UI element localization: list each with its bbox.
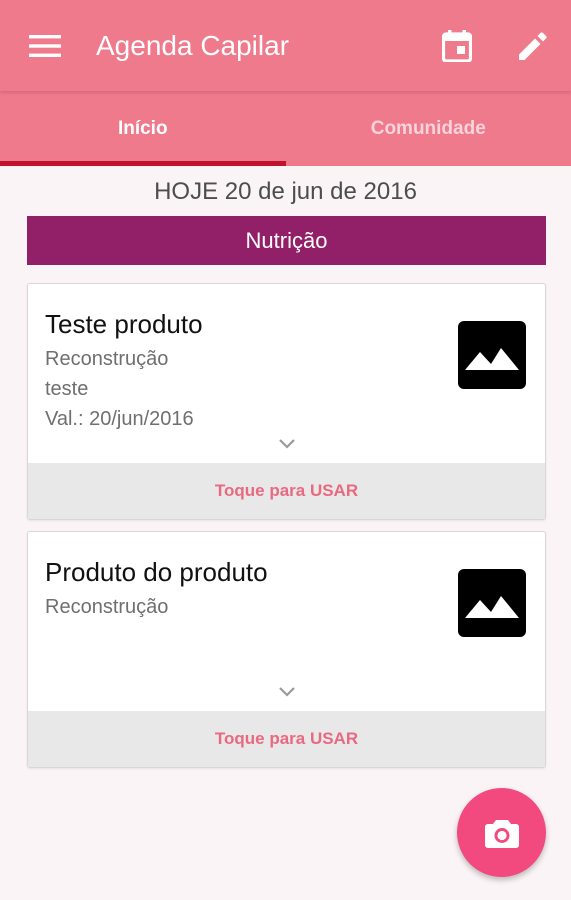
camera-fab-button[interactable] [457, 788, 546, 877]
product-name: Teste produto [45, 309, 203, 339]
use-product-button[interactable]: Toque para USAR [28, 463, 545, 519]
product-image[interactable] [458, 569, 526, 637]
section-header: Nutrição [27, 216, 546, 265]
image-placeholder-icon [465, 596, 519, 618]
product-name: Produto do produto [45, 557, 268, 587]
product-card[interactable]: Produto do produto Reconstrução Toque pa… [27, 531, 546, 768]
product-card[interactable]: Teste produto Reconstrução teste Val.: 2… [27, 283, 546, 520]
camera-icon [484, 819, 519, 848]
edit-button[interactable] [508, 24, 558, 68]
chevron-down-icon[interactable] [277, 685, 297, 699]
app-title: Agenda Capilar [96, 30, 290, 61]
calendar-button[interactable] [432, 24, 482, 68]
product-image[interactable] [458, 321, 526, 389]
menu-button[interactable] [22, 26, 68, 66]
active-tab-indicator [0, 161, 286, 166]
product-category: Reconstrução [45, 348, 169, 370]
image-placeholder-icon [465, 348, 519, 370]
edit-icon [519, 32, 547, 60]
calendar-icon [442, 30, 472, 62]
tab-comunidade[interactable]: Comunidade [286, 91, 571, 166]
menu-icon [29, 35, 61, 57]
product-category: Reconstrução [45, 596, 169, 618]
app-bar: Agenda Capilar [0, 0, 571, 91]
chevron-down-icon[interactable] [277, 437, 297, 451]
tab-bar: Início Comunidade [0, 91, 571, 166]
date-header: HOJE 20 de jun de 2016 [154, 178, 417, 205]
product-note: teste [45, 378, 89, 400]
product-validity: Val.: 20/jun/2016 [45, 408, 194, 430]
tab-inicio[interactable]: Início [0, 91, 286, 166]
use-product-button[interactable]: Toque para USAR [28, 711, 545, 767]
